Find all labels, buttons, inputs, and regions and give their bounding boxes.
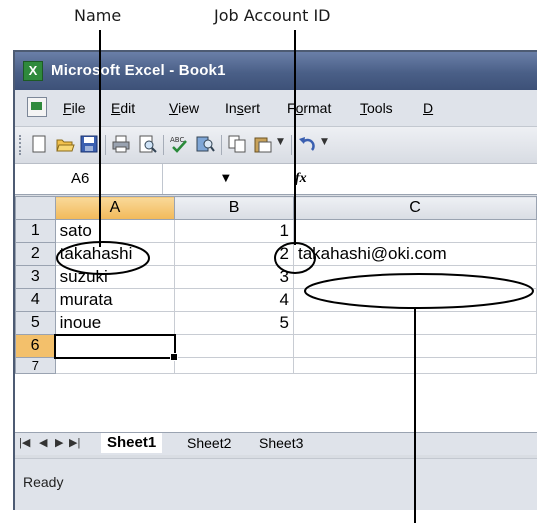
title-bar: X Microsoft Excel - Book1: [15, 52, 537, 90]
menu-file[interactable]: File: [63, 100, 86, 116]
worksheet-grid: A B C 1 sato 1 2 takahashi 2 takahashi@o…: [15, 196, 537, 432]
save-icon[interactable]: [79, 134, 99, 154]
standard-toolbar: ABC ▼ ▼: [15, 127, 537, 164]
menu-tools[interactable]: Tools: [360, 100, 393, 116]
row-header[interactable]: 3: [15, 265, 56, 289]
cell-a2[interactable]: takahashi: [54, 242, 176, 266]
cell-c5[interactable]: [293, 311, 537, 335]
row-header[interactable]: 2: [15, 242, 56, 266]
research-icon[interactable]: [195, 134, 215, 154]
menu-insert[interactable]: Insert: [225, 100, 260, 116]
cell-b2[interactable]: 2: [174, 242, 294, 266]
column-header-b[interactable]: B: [174, 196, 294, 220]
cell-c7[interactable]: [293, 357, 537, 374]
cell-a6-selected[interactable]: [54, 333, 179, 362]
insert-function-icon[interactable]: fx: [295, 171, 307, 187]
excel-window: X Microsoft Excel - Book1 File Edit View…: [13, 50, 537, 510]
new-icon[interactable]: [29, 134, 49, 154]
paste-icon[interactable]: [253, 134, 273, 154]
cell-b1[interactable]: 1: [174, 219, 294, 243]
cell-a7[interactable]: [54, 357, 176, 374]
print-icon[interactable]: [111, 134, 131, 154]
column-header-row: A B C: [15, 196, 537, 220]
menu-bar: File Edit View Insert Format Tools D: [15, 90, 537, 127]
cell-b6[interactable]: [174, 334, 294, 358]
cell-a1[interactable]: sato: [54, 219, 176, 243]
copy-icon[interactable]: [227, 134, 247, 154]
cell-b5[interactable]: 5: [174, 311, 294, 335]
undo-icon[interactable]: [297, 134, 317, 154]
open-icon[interactable]: [55, 134, 75, 154]
svg-text:ABC: ABC: [170, 136, 184, 144]
toolbar-separator: [291, 135, 292, 155]
status-text: Ready: [23, 474, 64, 490]
callout-job-account-id-label: Job Account ID: [214, 6, 331, 25]
undo-dropdown-icon[interactable]: ▼: [321, 137, 328, 147]
table-row: 5 inoue 5: [15, 311, 537, 335]
formula-bar: A6 ▼ fx: [15, 164, 537, 195]
excel-app-icon[interactable]: X: [23, 61, 43, 81]
cell-c3[interactable]: [293, 265, 537, 289]
paste-dropdown-icon[interactable]: ▼: [277, 137, 284, 147]
menu-edit[interactable]: Edit: [111, 100, 135, 116]
table-row: 4 murata 4: [15, 288, 537, 312]
callout-name-label: Name: [74, 6, 122, 25]
tab-sheet3[interactable]: Sheet3: [253, 433, 309, 453]
cell-b3[interactable]: 3: [174, 265, 294, 289]
next-sheet-icon[interactable]: ▶: [55, 436, 63, 449]
name-box[interactable]: A6: [15, 164, 163, 194]
toolbar-separator: [221, 135, 222, 155]
first-sheet-icon[interactable]: |◀: [19, 436, 30, 449]
cell-a4[interactable]: murata: [54, 288, 176, 312]
name-box-value: A6: [71, 170, 90, 187]
tab-sheet2[interactable]: Sheet2: [181, 433, 237, 453]
print-preview-icon[interactable]: [137, 134, 157, 154]
name-box-dropdown-icon[interactable]: ▼: [222, 173, 230, 184]
cell-a3[interactable]: suzuki: [54, 265, 176, 289]
toolbar-separator: [105, 135, 106, 155]
cell-c2[interactable]: takahashi@oki.com: [293, 242, 537, 266]
sheet-tab-bar: |◀ ◀ ▶ ▶| Sheet1 Sheet2 Sheet3: [15, 432, 537, 455]
column-header-c[interactable]: C: [293, 196, 537, 220]
last-sheet-icon[interactable]: ▶|: [69, 436, 80, 449]
spelling-icon[interactable]: ABC: [169, 134, 189, 154]
menu-view[interactable]: View: [169, 100, 199, 116]
row-header[interactable]: 5: [15, 311, 56, 335]
workbook-icon[interactable]: [27, 97, 47, 117]
row-header[interactable]: 1: [15, 219, 56, 243]
row-header[interactable]: 4: [15, 288, 56, 312]
column-header-a[interactable]: A: [54, 196, 176, 220]
cell-b7[interactable]: [174, 357, 294, 374]
tab-sheet1[interactable]: Sheet1: [101, 433, 163, 453]
table-row: 2 takahashi 2 takahashi@oki.com: [15, 242, 537, 266]
table-row: 7: [15, 357, 537, 374]
cell-a5[interactable]: inoue: [54, 311, 176, 335]
table-row: 6: [15, 333, 537, 362]
window-title: Microsoft Excel - Book1: [51, 62, 226, 79]
cell-b4[interactable]: 4: [174, 288, 294, 312]
row-header[interactable]: 6: [15, 334, 56, 358]
toolbar-grip[interactable]: [19, 135, 24, 155]
cell-c6[interactable]: [293, 334, 537, 358]
cell-c4[interactable]: [293, 288, 537, 312]
menu-format[interactable]: Format: [287, 100, 331, 116]
table-row: 3 suzuki 3: [15, 265, 537, 289]
select-all-corner[interactable]: [15, 196, 56, 220]
status-bar: Ready: [15, 458, 537, 510]
previous-sheet-icon[interactable]: ◀: [39, 436, 47, 449]
row-header[interactable]: 7: [15, 357, 56, 374]
table-row: 1 sato 1: [15, 219, 537, 243]
toolbar-separator: [163, 135, 164, 155]
menu-data[interactable]: D: [423, 100, 433, 116]
cell-c1[interactable]: [293, 219, 537, 243]
